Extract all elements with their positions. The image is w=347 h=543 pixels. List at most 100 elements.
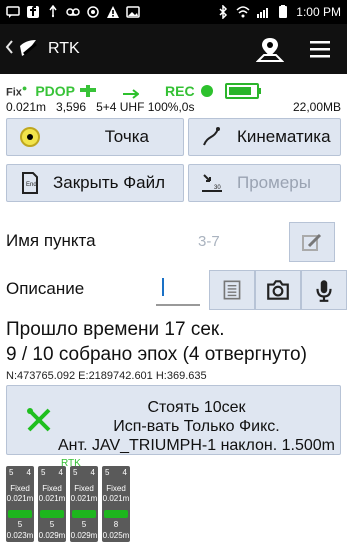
microphone-icon	[316, 280, 332, 302]
camera-button[interactable]	[255, 270, 301, 310]
satellite-icon	[79, 84, 97, 98]
cell-status: Fixed 0.021m	[102, 484, 130, 504]
cell-status: Fixed 0.021m	[6, 484, 34, 504]
message-icon	[6, 5, 20, 19]
cell-mid-number: 5	[17, 520, 23, 529]
cell-top-numbers: 54	[9, 468, 31, 477]
cell-top-numbers: 54	[73, 468, 95, 477]
cell-top-right: 4	[58, 468, 63, 477]
cell-top-right: 4	[122, 468, 127, 477]
clock: 1:00 PM	[296, 5, 341, 19]
tools-icon	[27, 408, 51, 432]
rtk-epoch-cell: 5 4 Fixed 0.021m 5 0.023m	[6, 466, 34, 542]
warning-icon	[106, 5, 120, 19]
close-file-button[interactable]: End Закрыть Файл	[6, 164, 184, 202]
cell-top-left: 5	[73, 468, 78, 477]
point-name-input[interactable]: 3-7	[198, 233, 220, 250]
cell-top-left: 5	[9, 468, 14, 477]
pdop-label: PDOP	[35, 83, 76, 99]
rtk-epoch-cell: 5 4 Fixed 0.021m 5 0.029m	[38, 466, 66, 542]
fix-only-text: Исп-вать Только Фикс.	[113, 418, 280, 435]
measurements-button[interactable]: 30 Промеры	[188, 164, 341, 202]
back-arrow-icon[interactable]	[4, 39, 14, 60]
end-file-icon: End	[17, 170, 43, 196]
receiver-info-row: 0.021m 3,596 5+4 UHF 100%,0s 22,00MB	[6, 100, 341, 114]
antenna-text: Ант. JAV_TRIUMPH-1 наклон. 1.500m	[58, 437, 335, 454]
cell-top-numbers: 54	[41, 468, 63, 477]
cell-precision: 0.021m	[70, 494, 98, 503]
cell-top-left: 5	[41, 468, 46, 477]
list-icon	[223, 280, 241, 300]
epochs-text: 9 / 10 собрано эпох (4 отвергнуто)	[6, 344, 307, 365]
link-arrow-icon	[123, 86, 140, 99]
coordinates-text: N:473765.092 E:2189742.601 H:369.635	[6, 370, 207, 382]
fix-badge: Fix●	[6, 83, 28, 99]
cell-fix-bar	[72, 510, 96, 518]
kinematics-button[interactable]: Кинематика	[188, 118, 341, 156]
pencil-icon	[302, 233, 322, 251]
elapsed-time-text: Прошло времени 17 сек.	[6, 319, 225, 340]
app-logo-icon	[16, 36, 42, 62]
cell-bottom-value: 0.029m	[70, 531, 98, 540]
cell-mid-number: 8	[113, 520, 119, 529]
rtk-epoch-cell: 5 4 Fixed 0.021m 5 0.029m	[70, 466, 98, 542]
point-name-row: Имя пункта 3-7	[6, 222, 341, 262]
location-person-icon	[256, 38, 284, 62]
list-button[interactable]	[209, 270, 255, 310]
voicemail-icon	[66, 5, 80, 19]
receiver-battery-fill	[228, 87, 251, 95]
status-bar: 1:00 PM	[0, 0, 347, 24]
measure-icon: 30	[199, 170, 225, 196]
facebook-icon	[26, 5, 40, 19]
cell-top-left: 5	[105, 468, 110, 477]
cell-fix-status: Fixed	[10, 484, 30, 493]
gnss-status-row: Fix● PDOP REC	[0, 82, 347, 100]
cell-bottom-value: 0.023m	[6, 531, 34, 540]
battery-icon	[276, 5, 290, 19]
description-input[interactable]	[156, 270, 200, 306]
image-icon	[126, 5, 140, 19]
description-label: Описание	[6, 279, 85, 298]
cell-precision: 0.021m	[102, 494, 130, 503]
point-icon	[17, 124, 43, 150]
menu-button[interactable]	[303, 32, 337, 66]
rec-label: REC	[165, 83, 195, 99]
cell-mid-number: 5	[81, 520, 87, 529]
point-name-label: Имя пункта	[6, 231, 96, 250]
cell-fix-bar	[8, 510, 32, 518]
app-bar: RTK	[0, 24, 347, 74]
settings-summary-button[interactable]: Стоять 10сек Исп-вать Только Фикс. Ант. …	[6, 385, 341, 455]
rtk-epoch-cell: 5 4 Fixed 0.021m 8 0.025m	[102, 466, 130, 542]
cell-bottom-value: 0.025m	[102, 531, 130, 540]
cell-fix-bar	[104, 510, 128, 518]
cell-status: Fixed 0.021m	[70, 484, 98, 504]
cell-top-right: 4	[26, 468, 31, 477]
storage-text: 22,00MB	[292, 100, 341, 114]
cell-fix-bar	[40, 510, 64, 518]
cell-top-numbers: 54	[105, 468, 127, 477]
cell-status: Fixed 0.021m	[38, 484, 66, 504]
location-button[interactable]	[253, 32, 287, 66]
menu-icon	[310, 41, 330, 58]
cell-precision: 0.021m	[38, 494, 66, 503]
radio-text: 5+4 UHF 100%,0s	[96, 100, 195, 114]
receiver-battery	[224, 83, 261, 99]
rec-indicator	[200, 85, 213, 97]
cell-fix-status: Fixed	[42, 484, 62, 493]
app-title: RTK	[48, 40, 80, 57]
cell-bottom-value: 0.029m	[38, 531, 66, 540]
text-caret	[162, 278, 164, 296]
cell-fix-status: Fixed	[74, 484, 94, 493]
microphone-button[interactable]	[301, 270, 347, 310]
point-button[interactable]: Точка	[6, 118, 184, 156]
signal-icon	[256, 5, 270, 19]
bluetooth-icon	[216, 5, 230, 19]
description-row: Описание	[6, 270, 347, 310]
accuracy-text: 0.021m	[6, 100, 47, 114]
wifi-icon	[236, 5, 250, 19]
edit-point-button[interactable]	[289, 222, 335, 262]
usb-icon	[46, 5, 60, 19]
cell-mid-number: 5	[49, 520, 55, 529]
rtk-epochs: 5 4 Fixed 0.021m 5 0.023m 5 4 Fixed 0.021m 5 0.029m…	[6, 466, 130, 542]
curve-icon	[199, 124, 225, 150]
